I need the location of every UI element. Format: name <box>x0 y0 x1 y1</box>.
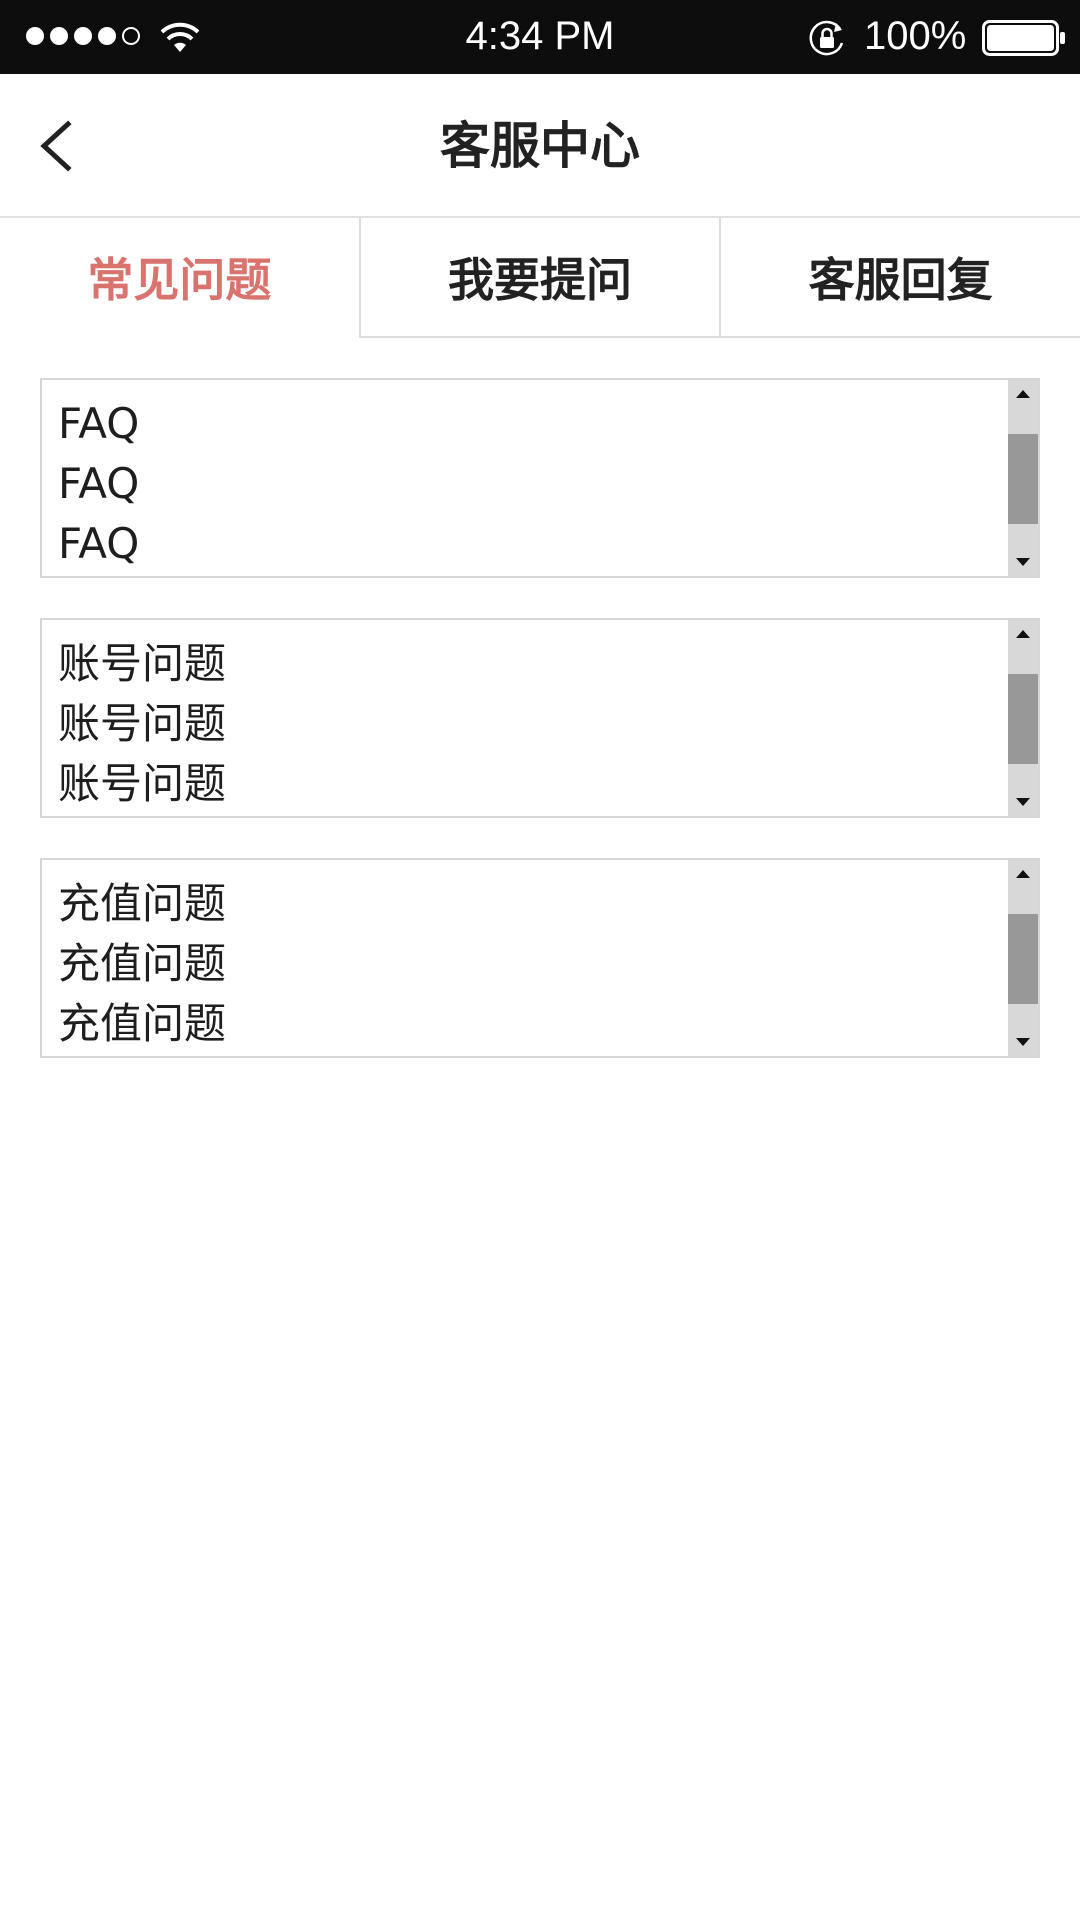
list-item[interactable]: 账号问题 <box>58 754 1002 814</box>
list-item[interactable]: FAQ <box>58 454 1002 514</box>
page-title: 客服中心 <box>440 117 640 175</box>
scrollbar[interactable] <box>1008 620 1038 816</box>
scroll-thumb[interactable] <box>1008 434 1038 524</box>
scroll-up-arrow-icon[interactable] <box>1008 380 1038 410</box>
battery-percent: 100% <box>864 14 967 58</box>
scroll-up-arrow-icon[interactable] <box>1008 860 1038 890</box>
tab-bar: 常见问题 我要提问 客服回复 <box>0 218 1080 338</box>
list-item[interactable]: 账号问题 <box>58 694 1002 754</box>
nav-bar: 客服中心 <box>0 74 1080 218</box>
list-item[interactable]: 充值问题 <box>58 934 1002 994</box>
scroll-thumb[interactable] <box>1008 674 1038 764</box>
tab-ask-question[interactable]: 我要提问 <box>358 218 720 338</box>
scroll-down-arrow-icon[interactable] <box>1008 546 1038 576</box>
scroll-down-arrow-icon[interactable] <box>1008 1026 1038 1056</box>
list-item[interactable]: FAQ <box>58 394 1002 454</box>
tab-support-reply[interactable]: 客服回复 <box>719 218 1080 338</box>
list-item[interactable]: FAQ <box>58 514 1002 574</box>
recharge-listbox[interactable]: 充值问题 充值问题 充值问题 <box>40 858 1040 1058</box>
faq-listbox[interactable]: FAQ FAQ FAQ <box>40 378 1040 578</box>
scroll-down-arrow-icon[interactable] <box>1008 786 1038 816</box>
list-item[interactable]: 账号问题 <box>58 634 1002 694</box>
list-item[interactable]: 充值问题 <box>58 994 1002 1054</box>
scroll-thumb[interactable] <box>1008 914 1038 1004</box>
scrollbar[interactable] <box>1008 380 1038 576</box>
account-listbox[interactable]: 账号问题 账号问题 账号问题 <box>40 618 1040 818</box>
rotation-lock-icon <box>809 20 844 56</box>
status-bar: 4:34 PM 100% <box>0 0 1080 74</box>
scrollbar[interactable] <box>1008 860 1038 1056</box>
tab-faq[interactable]: 常见问题 <box>0 218 359 338</box>
scroll-up-arrow-icon[interactable] <box>1008 620 1038 650</box>
battery-icon <box>982 20 1065 56</box>
list-item[interactable]: 充值问题 <box>58 874 1002 934</box>
